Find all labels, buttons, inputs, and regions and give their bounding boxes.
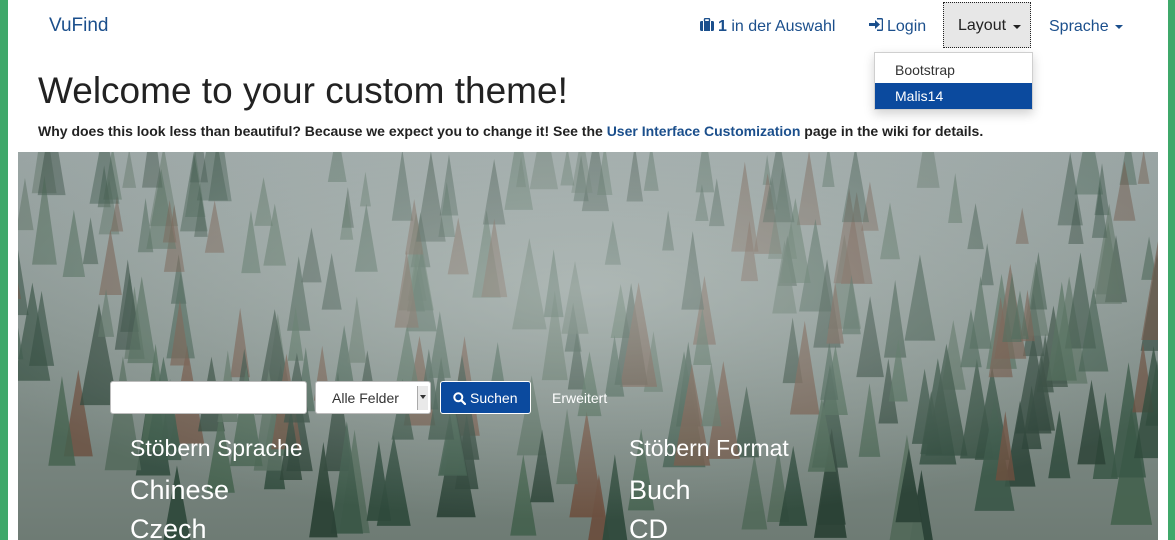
cart-count: 1	[718, 18, 727, 36]
brand-link[interactable]: VuFind	[49, 15, 109, 37]
search-input[interactable]	[110, 381, 307, 414]
browse-language-item[interactable]: Czech	[130, 514, 207, 540]
customization-link[interactable]: User Interface Customization	[607, 123, 801, 139]
language-label: Sprache	[1049, 18, 1109, 35]
search-icon	[453, 392, 467, 408]
layout-dropdown-toggle[interactable]: Layout	[943, 2, 1031, 48]
intro-text-end: page in the wiki for details.	[800, 123, 984, 139]
navbar: VuFind 1 in der Auswahl Login Layout Spr…	[8, 0, 1168, 110]
cart-label: in der Auswahl	[731, 18, 836, 36]
layout-option-bootstrap[interactable]: Bootstrap	[875, 57, 1032, 83]
intro-text-start: Why does this look less than beautiful? …	[38, 123, 607, 139]
login-link[interactable]: Login	[869, 17, 926, 37]
login-label: Login	[887, 18, 927, 36]
cart-link[interactable]: 1 in der Auswahl	[700, 17, 835, 37]
browse-format-heading: Stöbern Format	[629, 435, 789, 461]
layout-menu: Bootstrap Malis14	[874, 52, 1033, 110]
layout-label: Layout	[958, 17, 1007, 34]
browse-language-heading: Stöbern Sprache	[130, 435, 303, 461]
caret-down-icon	[1013, 25, 1021, 29]
browse-format-item[interactable]: CD	[629, 514, 668, 540]
browse-language-item[interactable]: Chinese	[130, 475, 229, 506]
language-dropdown-toggle[interactable]: Sprache	[1049, 17, 1123, 37]
search-field-select[interactable]: Alle Felder	[315, 381, 431, 414]
intro-text: Why does this look less than beautiful? …	[38, 123, 983, 139]
search-button[interactable]: Suchen	[440, 381, 531, 414]
search-field-value: Alle Felder	[332, 390, 399, 406]
select-arrow-icon	[417, 386, 428, 410]
briefcase-icon	[700, 17, 714, 37]
layout-option-malis14[interactable]: Malis14	[875, 83, 1032, 109]
hero-banner: Alle Felder Suchen Erweitert Stöbern Spr…	[18, 152, 1158, 540]
browse-format-item[interactable]: Buch	[629, 475, 691, 506]
caret-down-icon	[1114, 24, 1123, 29]
advanced-search-link[interactable]: Erweitert	[552, 390, 607, 406]
sign-in-icon	[869, 17, 884, 37]
page: VuFind 1 in der Auswahl Login Layout Spr…	[8, 0, 1168, 540]
page-title: Welcome to your custom theme!	[38, 70, 568, 111]
search-button-label: Suchen	[470, 390, 518, 406]
